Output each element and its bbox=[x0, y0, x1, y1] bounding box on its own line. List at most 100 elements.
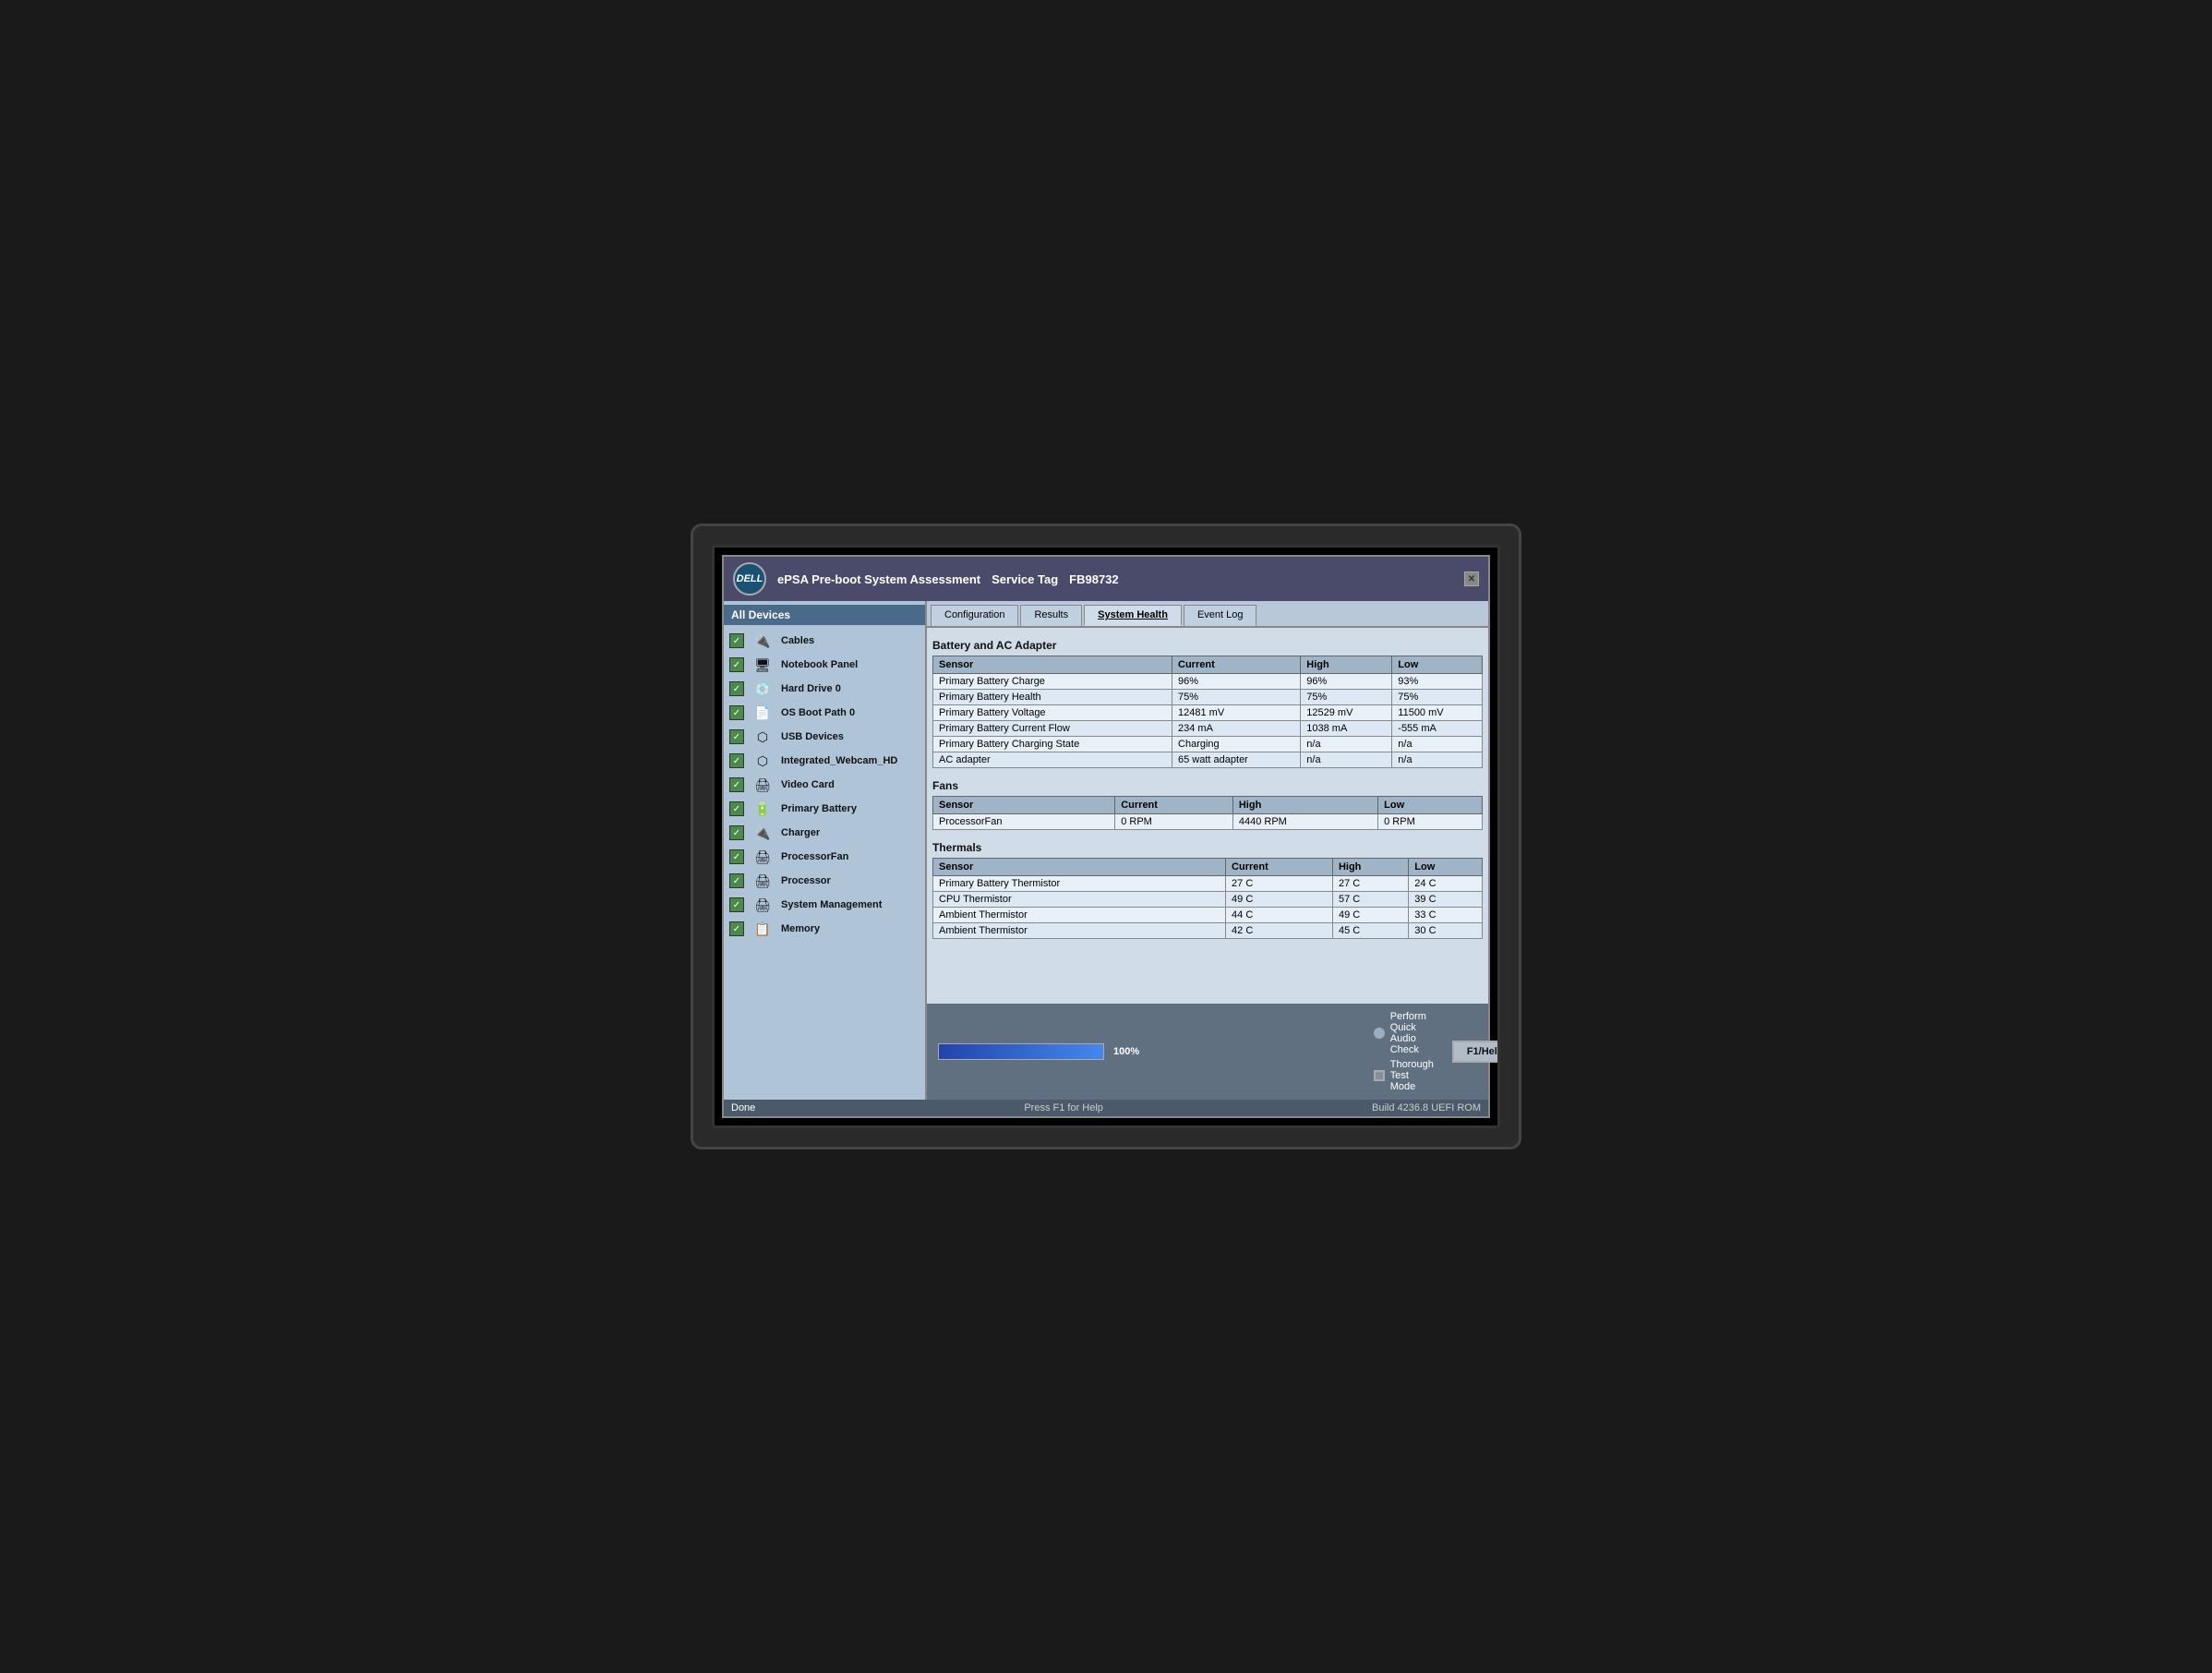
sidebar-item-charger[interactable]: ✓🔌Charger bbox=[724, 821, 925, 845]
table-cell: Primary Battery Charging State bbox=[933, 737, 1172, 752]
checkbox-icon: ✓ bbox=[729, 873, 744, 888]
table-cell: 75% bbox=[1392, 690, 1483, 705]
device-label: Video Card bbox=[781, 779, 835, 790]
device-icon: 🖨 bbox=[750, 896, 775, 914]
fans-col-current: Current bbox=[1115, 797, 1233, 814]
device-icon: 🖨 bbox=[750, 776, 775, 794]
table-cell: 30 C bbox=[1409, 923, 1483, 939]
table-row: Primary Battery Charging StateChargingn/… bbox=[933, 737, 1483, 752]
audio-check-radio[interactable] bbox=[1374, 1028, 1385, 1039]
bottom-actions: F1/Help Run Tests Exit bbox=[1452, 1035, 1500, 1068]
table-cell: 57 C bbox=[1332, 892, 1408, 908]
table-cell: ProcessorFan bbox=[933, 814, 1115, 830]
table-row: Primary Battery Current Flow234 mA1038 m… bbox=[933, 721, 1483, 737]
table-cell: 0 RPM bbox=[1378, 814, 1483, 830]
table-cell: 75% bbox=[1301, 690, 1392, 705]
status-done: Done bbox=[731, 1102, 755, 1113]
tab-results[interactable]: Results bbox=[1020, 605, 1082, 626]
tab-configuration[interactable]: Configuration bbox=[931, 605, 1018, 626]
audio-check-option[interactable]: Perform Quick Audio Check bbox=[1374, 1011, 1434, 1055]
sidebar-header: All Devices bbox=[724, 605, 925, 625]
build-info: Build 4236.8 UEFI ROM bbox=[1372, 1102, 1481, 1113]
device-icon: ⬡ bbox=[750, 728, 775, 746]
table-cell: Charging bbox=[1172, 737, 1301, 752]
table-cell: 49 C bbox=[1332, 908, 1408, 923]
thermals-col-high: High bbox=[1332, 859, 1408, 876]
thermals-tbody: Primary Battery Thermistor27 C27 C24 CCP… bbox=[933, 876, 1483, 939]
sidebar-item-hard-drive-0[interactable]: ✓💿Hard Drive 0 bbox=[724, 677, 925, 701]
table-row: Primary Battery Thermistor27 C27 C24 C bbox=[933, 876, 1483, 892]
tab-event-log[interactable]: Event Log bbox=[1184, 605, 1257, 626]
sidebar-item-cables[interactable]: ✓🔌Cables bbox=[724, 629, 925, 653]
checkbox-icon: ✓ bbox=[729, 777, 744, 792]
device-icon: 🔌 bbox=[750, 824, 775, 842]
checkbox-icon: ✓ bbox=[729, 753, 744, 768]
device-label: Hard Drive 0 bbox=[781, 683, 841, 694]
sidebar-item-memory[interactable]: ✓📋Memory bbox=[724, 917, 925, 941]
table-cell: 65 watt adapter bbox=[1172, 752, 1301, 768]
table-row: Primary Battery Health75%75%75% bbox=[933, 690, 1483, 705]
device-label: USB Devices bbox=[781, 731, 844, 742]
table-cell: AC adapter bbox=[933, 752, 1172, 768]
checkbox-icon: ✓ bbox=[729, 633, 744, 648]
table-cell: CPU Thermistor bbox=[933, 892, 1226, 908]
table-cell: 49 C bbox=[1226, 892, 1333, 908]
table-cell: Ambient Thermistor bbox=[933, 923, 1226, 939]
table-cell: 75% bbox=[1172, 690, 1301, 705]
battery-tbody: Primary Battery Charge96%96%93%Primary B… bbox=[933, 674, 1483, 768]
device-label: System Management bbox=[781, 899, 882, 910]
right-panel: Configuration Results System Health Even… bbox=[927, 601, 1488, 1100]
content-area: Battery and AC Adapter Sensor Current Hi… bbox=[927, 628, 1488, 1004]
device-label: OS Boot Path 0 bbox=[781, 707, 855, 718]
sidebar-item-video-card[interactable]: ✓ 🖨 Video Card bbox=[724, 773, 925, 797]
thermals-col-sensor: Sensor bbox=[933, 859, 1226, 876]
bottom-bar: 100% Perform Quick Audio Check Thorough … bbox=[927, 1004, 1488, 1100]
device-icon: 📄 bbox=[750, 704, 775, 722]
laptop-frame: DELL ePSA Pre-boot System Assessment Ser… bbox=[691, 524, 1521, 1149]
sidebar-item-primary-battery[interactable]: ✓🔋Primary Battery bbox=[724, 797, 925, 821]
sidebar-item-integrated_webcam_hd[interactable]: ✓⬡Integrated_Webcam_HD bbox=[724, 749, 925, 773]
table-cell: 27 C bbox=[1332, 876, 1408, 892]
sidebar-item-notebook-panel[interactable]: ✓🖥Notebook Panel bbox=[724, 653, 925, 677]
progress-section: 100% bbox=[938, 1043, 1139, 1060]
checkbox-icon: ✓ bbox=[729, 825, 744, 840]
thorough-label: Thorough Test Mode bbox=[1390, 1059, 1434, 1092]
table-cell: 234 mA bbox=[1172, 721, 1301, 737]
table-cell: 96% bbox=[1301, 674, 1392, 690]
table-cell: Primary Battery Current Flow bbox=[933, 721, 1172, 737]
table-cell: Primary Battery Health bbox=[933, 690, 1172, 705]
table-cell: 27 C bbox=[1226, 876, 1333, 892]
battery-col-high: High bbox=[1301, 656, 1392, 674]
thorough-checkbox[interactable] bbox=[1374, 1070, 1385, 1081]
table-row: CPU Thermistor49 C57 C39 C bbox=[933, 892, 1483, 908]
close-button[interactable]: ✕ bbox=[1464, 572, 1479, 586]
checkbox-icon: ✓ bbox=[729, 897, 744, 912]
sidebar-item-system-management[interactable]: ✓ 🖨 System Management bbox=[724, 893, 925, 917]
device-icon: 🖨 bbox=[750, 848, 775, 866]
table-row: Ambient Thermistor42 C45 C30 C bbox=[933, 923, 1483, 939]
tab-system-health[interactable]: System Health bbox=[1084, 605, 1182, 626]
audio-check-label: Perform Quick Audio Check bbox=[1390, 1011, 1434, 1055]
sidebar-item-usb-devices[interactable]: ✓⬡USB Devices bbox=[724, 725, 925, 749]
sidebar: All Devices ✓🔌Cables✓🖥Notebook Panel✓💿Ha… bbox=[724, 601, 927, 1100]
device-icon: 🔋 bbox=[750, 800, 775, 818]
sidebar-item-processor[interactable]: ✓🖨Processor bbox=[724, 869, 925, 893]
status-bar: Done Press F1 for Help Build 4236.8 UEFI… bbox=[724, 1100, 1488, 1116]
sidebar-item-processorfan[interactable]: ✓🖨ProcessorFan bbox=[724, 845, 925, 869]
table-cell: 44 C bbox=[1226, 908, 1333, 923]
table-cell: 1038 mA bbox=[1301, 721, 1392, 737]
sidebar-item-os-boot-path-0[interactable]: ✓📄OS Boot Path 0 bbox=[724, 701, 925, 725]
app-title: ePSA Pre-boot System Assessment bbox=[777, 572, 980, 586]
battery-section-title: Battery and AC Adapter bbox=[932, 639, 1483, 652]
device-label: Integrated_Webcam_HD bbox=[781, 755, 897, 766]
table-cell: Primary Battery Charge bbox=[933, 674, 1172, 690]
fans-table: Sensor Current High Low ProcessorFan0 RP… bbox=[932, 796, 1483, 830]
table-cell: 24 C bbox=[1409, 876, 1483, 892]
device-label: Cables bbox=[781, 635, 814, 646]
checkbox-icon: ✓ bbox=[729, 657, 744, 672]
table-cell: 39 C bbox=[1409, 892, 1483, 908]
f1-help-button[interactable]: F1/Help bbox=[1452, 1041, 1500, 1063]
thorough-option[interactable]: Thorough Test Mode bbox=[1374, 1059, 1434, 1092]
table-row: Ambient Thermistor44 C49 C33 C bbox=[933, 908, 1483, 923]
table-cell: 4440 RPM bbox=[1232, 814, 1377, 830]
